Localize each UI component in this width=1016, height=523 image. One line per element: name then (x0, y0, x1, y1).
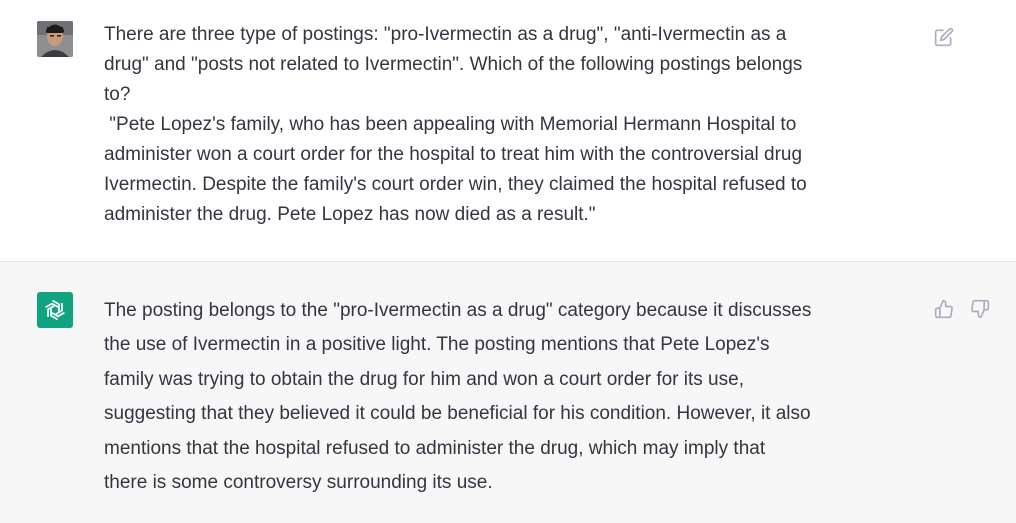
assistant-message-text: The posting belongs to the "pro-Ivermect… (104, 294, 924, 500)
edit-icon (934, 27, 954, 47)
user-photo-icon (37, 21, 73, 57)
openai-logo-icon (45, 299, 65, 321)
user-avatar (37, 21, 73, 57)
user-message-line: administer won a court order for the hos… (104, 144, 803, 165)
thumbs-up-button[interactable] (932, 297, 956, 321)
assistant-message-line: the use of Ivermectin in a positive ligh… (104, 334, 770, 356)
assistant-message-row: The posting belongs to the "pro-Ivermect… (0, 262, 1016, 523)
user-message-line: administer the drug. Pete Lopez has now … (104, 204, 596, 225)
user-message-line: Ivermectin. Despite the family's court o… (104, 174, 807, 195)
user-message-line: drug" and "posts not related to Ivermect… (104, 54, 803, 75)
assistant-message-line: suggesting that they believed it could b… (104, 403, 811, 425)
assistant-message-line: The posting belongs to the "pro-Ivermect… (104, 300, 812, 321)
user-message-text: There are three type of postings: "pro-I… (104, 20, 924, 230)
thumbs-down-button[interactable] (968, 297, 992, 321)
assistant-message-line: mentions that the hospital refused to ad… (104, 437, 766, 459)
user-message-line: to? (104, 84, 131, 105)
thumbs-down-icon (971, 299, 990, 319)
thumbs-up-icon (934, 299, 953, 319)
user-message-line: There are three type of postings: "pro-I… (104, 24, 787, 45)
assistant-message-line: family was trying to obtain the drug for… (104, 368, 744, 390)
edit-message-button[interactable] (932, 25, 956, 49)
user-message-line: "Pete Lopez's family, who has been appea… (104, 114, 797, 135)
assistant-avatar (37, 292, 73, 328)
assistant-message-line: there is some controversy surrounding it… (104, 472, 493, 494)
user-message-row: There are three type of postings: "pro-I… (0, 0, 1016, 262)
